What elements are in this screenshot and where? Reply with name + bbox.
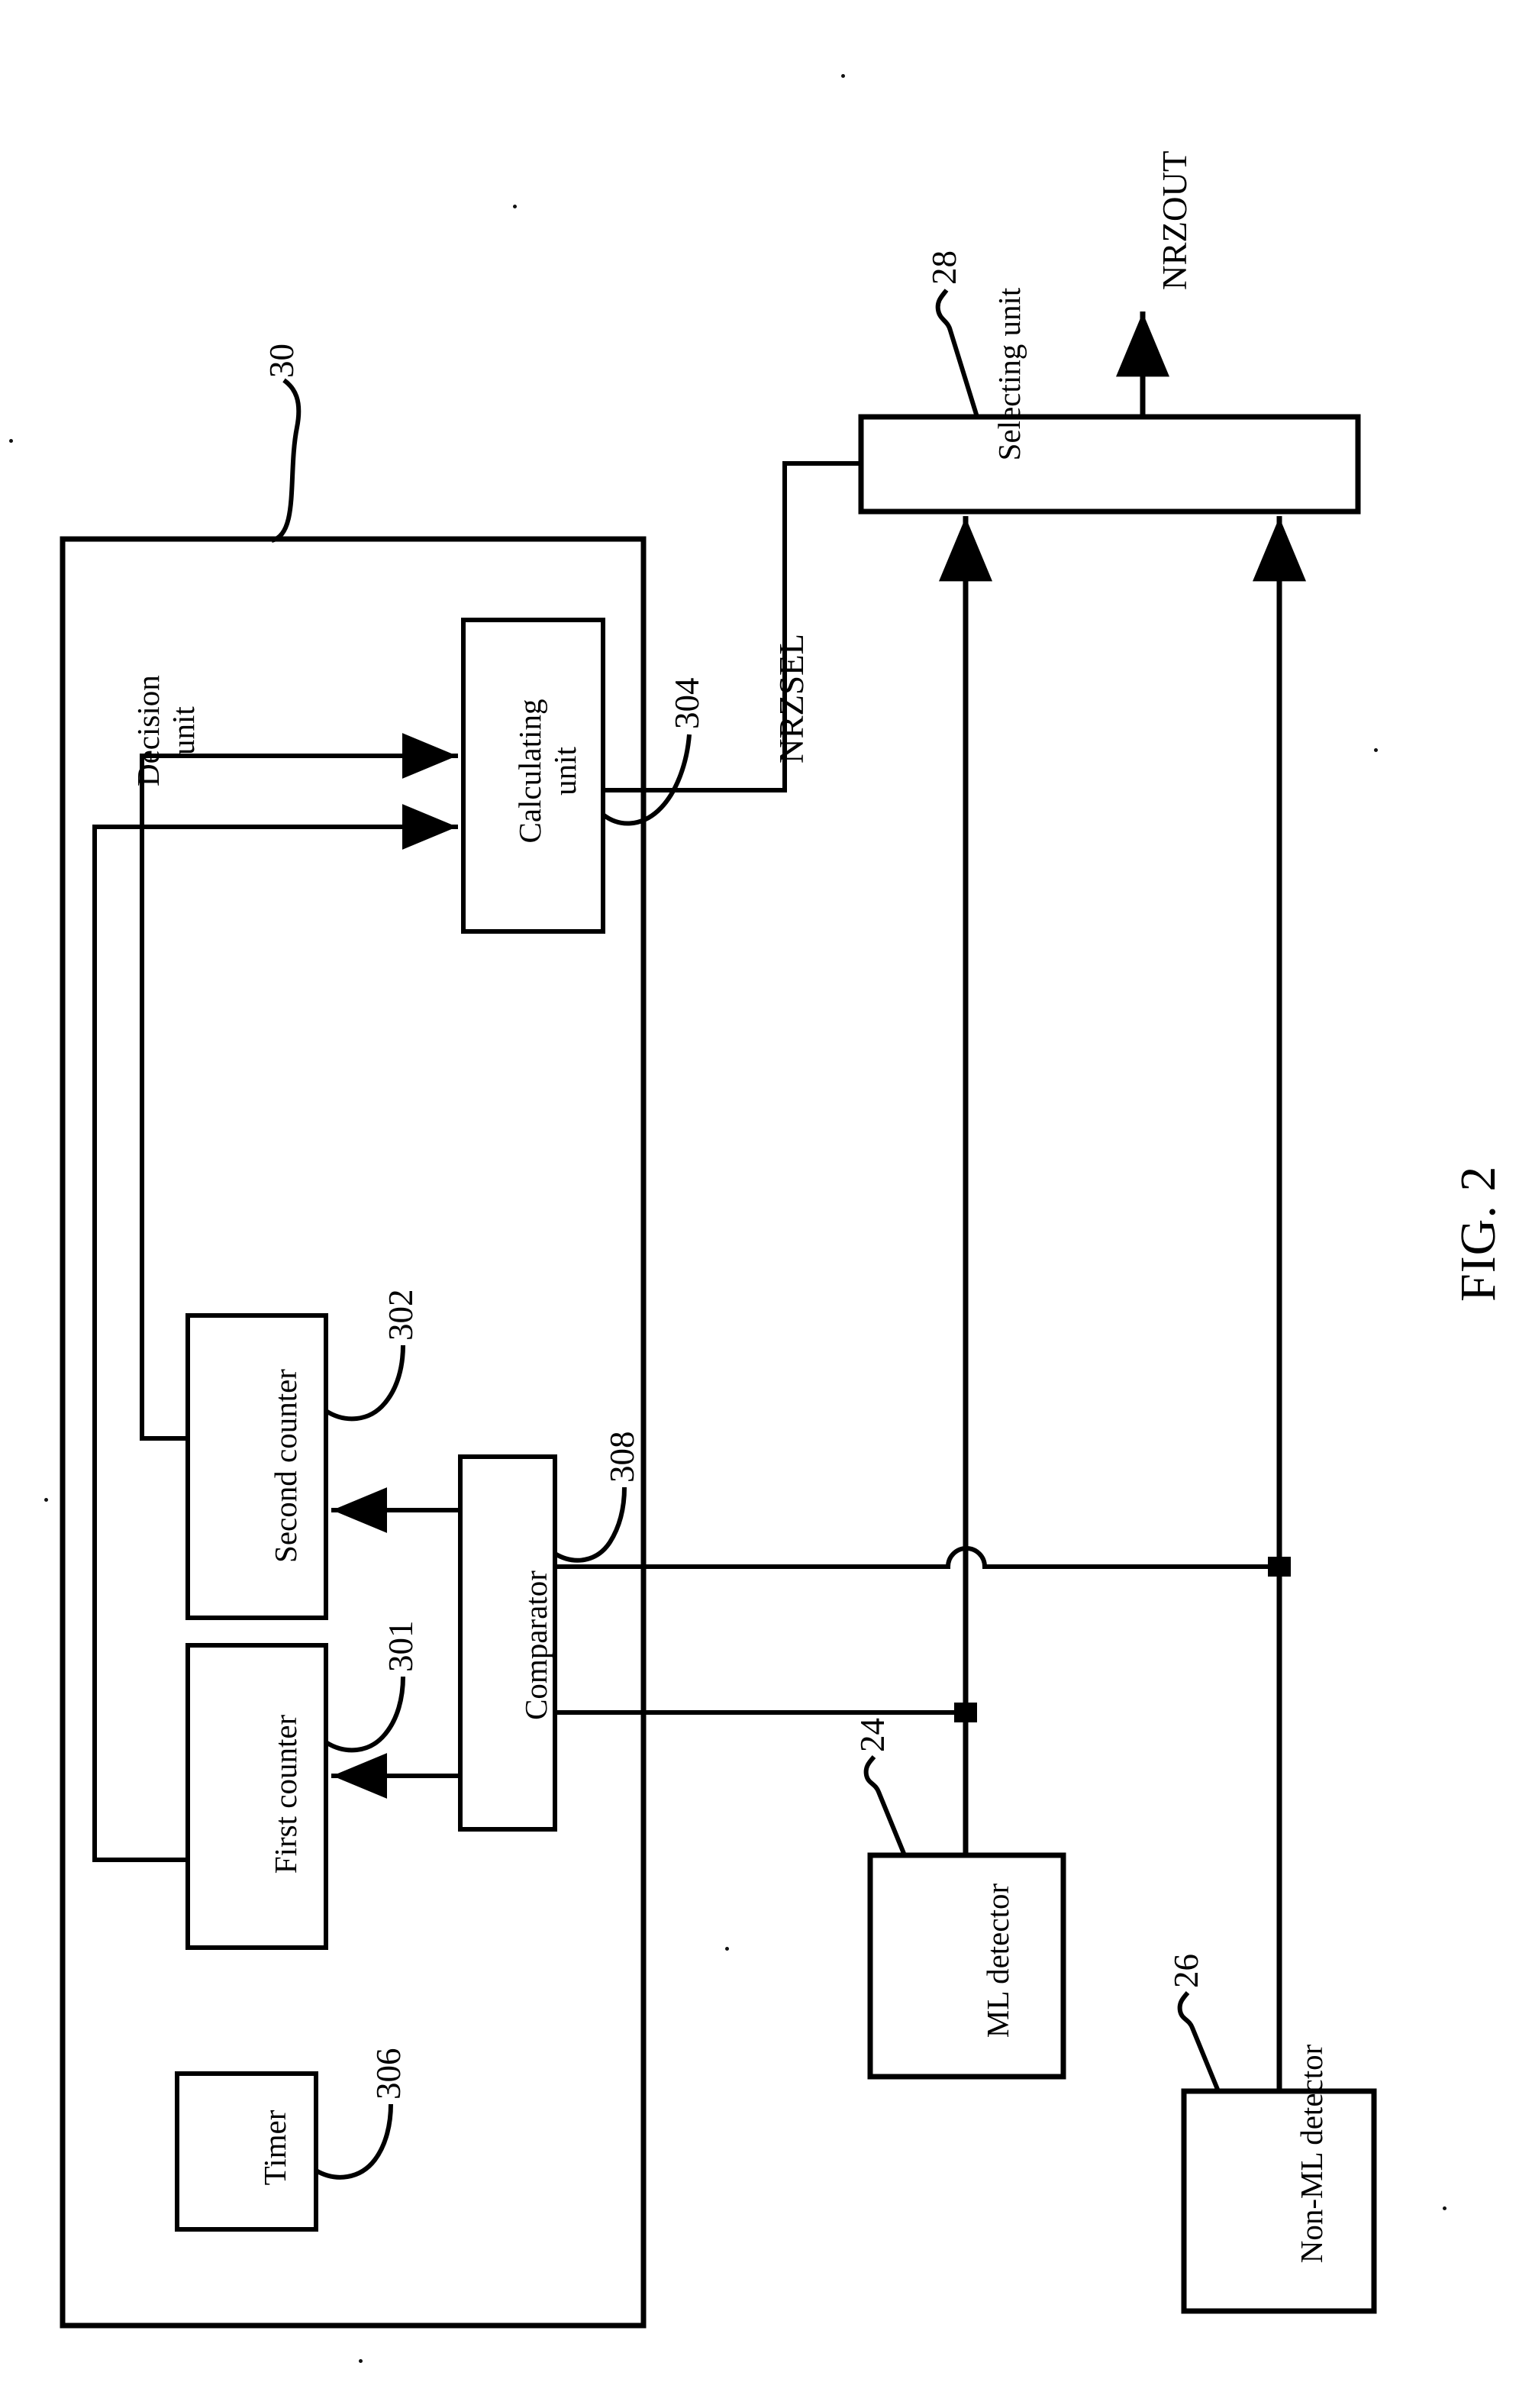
ref-numeral-26: 26: [1167, 1954, 1205, 1988]
ref-numeral-28-text: 28: [925, 250, 963, 285]
calculating-unit-label-line1: Calculating: [512, 699, 547, 844]
ref-numeral-26-text: 26: [1167, 1954, 1205, 1988]
decision-unit-label-line1: Decision: [131, 675, 166, 786]
ref-numeral-304-text: 304: [668, 677, 706, 730]
ref-numeral-308: 308: [603, 1432, 641, 1483]
timer-label: Timer: [257, 2083, 293, 2213]
ref-numeral-30-text: 30: [263, 344, 301, 378]
ref-leader-308: [553, 1486, 627, 1563]
scan-speck: [725, 1947, 729, 1951]
decision-unit-label-line2: unit: [165, 706, 201, 756]
selecting-unit-label: Selecting unit: [992, 252, 1027, 496]
non-ml-detector-box: [1181, 2088, 1377, 2314]
nrzsel-signal-text: NRZSEL: [772, 633, 811, 763]
scan-speck: [1374, 748, 1378, 752]
ml-detector-label: ML detector: [980, 1861, 1016, 2060]
ref-numeral-308-text: 308: [603, 1431, 641, 1483]
timer-label-text: Timer: [257, 2109, 292, 2186]
comparator-label: Comparator: [518, 1481, 554, 1809]
ref-numeral-28: 28: [925, 250, 963, 285]
non-ml-trunk-junction-dot: [1268, 1557, 1291, 1577]
ref-numeral-302-text: 302: [382, 1289, 420, 1341]
selecting-unit-label-text: Selecting unit: [992, 287, 1027, 461]
ref-leader-26: [1177, 1991, 1221, 2093]
ml-trunk-junction-dot: [954, 1703, 977, 1722]
scan-speck: [1443, 2206, 1447, 2210]
non-ml-detector-label-text: Non-ML detector: [1294, 2044, 1329, 2264]
nrzout-signal-text: NRZOUT: [1156, 150, 1194, 290]
scan-speck: [9, 439, 13, 443]
non-ml-detector-label: Non-ML detector: [1294, 2013, 1330, 2295]
second-counter-label: Second counter: [268, 1336, 304, 1596]
ref-numeral-24-text: 24: [853, 1718, 892, 1752]
scan-speck: [513, 205, 517, 208]
second-counter-box: [185, 1313, 328, 1620]
comparator-upper-output-wire: [555, 1546, 1279, 1569]
scan-speck: [44, 1498, 48, 1502]
ref-leader-24: [863, 1755, 907, 1857]
calculating-unit-label: Calculating unit: [512, 634, 583, 909]
calculating-unit-label-line2: unit: [547, 747, 582, 796]
figure-caption: FIG. 2: [1450, 1166, 1507, 1302]
scan-speck: [841, 74, 845, 78]
ref-leader-30: [270, 378, 302, 543]
first-counter-label-text: First counter: [268, 1714, 303, 1874]
ref-numeral-304: 304: [668, 678, 706, 730]
ref-numeral-24: 24: [853, 1718, 892, 1752]
nrzsel-signal-label: NRZSEL: [772, 634, 811, 763]
ref-numeral-301: 301: [382, 1621, 420, 1673]
scan-speck: [359, 2359, 363, 2363]
comparator-label-text: Comparator: [518, 1570, 553, 1720]
ref-leader-306: [314, 2103, 393, 2180]
ref-leader-302: [324, 1344, 405, 1422]
ref-numeral-306-text: 306: [369, 2048, 408, 2100]
selecting-unit-box: [858, 414, 1361, 515]
patent-figure-sheet: Decision unit Calculating unit Second co…: [0, 0, 1532, 2408]
figure-caption-text: FIG. 2: [1450, 1165, 1506, 1302]
ml-detector-box: [867, 1852, 1066, 2080]
ref-numeral-30: 30: [263, 344, 301, 378]
ref-numeral-306: 306: [369, 2048, 408, 2100]
nrzout-signal-label: NRZOUT: [1156, 151, 1194, 290]
second-counter-label-text: Second counter: [268, 1369, 303, 1563]
first-counter-box: [185, 1643, 328, 1950]
ref-numeral-301-text: 301: [382, 1620, 420, 1673]
first-counter-to-calculating-wire: [92, 825, 438, 1862]
first-counter-label: First counter: [268, 1664, 304, 1924]
ref-leader-28: [935, 289, 979, 418]
timer-box: [175, 2071, 318, 2232]
ref-numeral-302: 302: [382, 1290, 420, 1341]
ref-leader-301: [324, 1676, 405, 1753]
decision-unit-label: Decision unit: [131, 675, 202, 786]
ml-detector-label-text: ML detector: [980, 1883, 1015, 2038]
